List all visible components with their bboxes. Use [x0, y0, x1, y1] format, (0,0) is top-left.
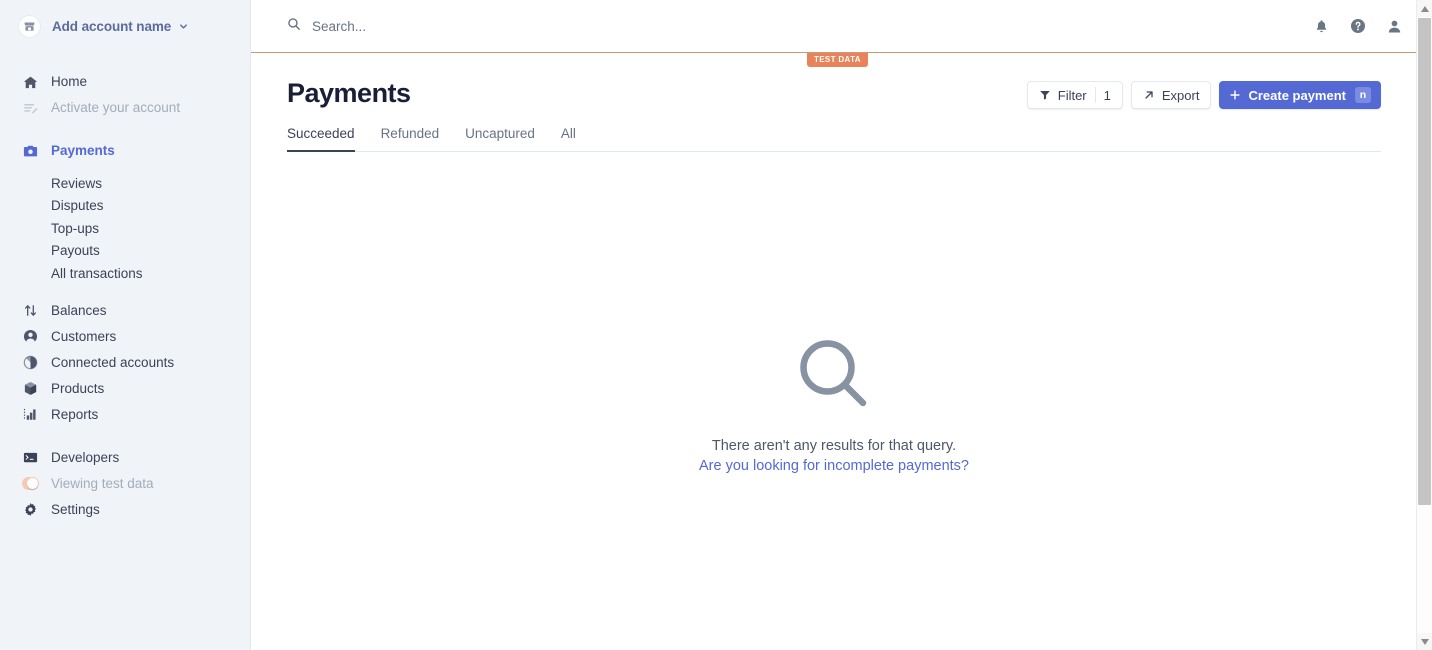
- sidebar-item-label: Customers: [51, 328, 117, 344]
- account-name-label: Add account name: [52, 18, 172, 34]
- sidebar-subitem-label: Disputes: [51, 198, 104, 214]
- user-account-icon[interactable]: [1387, 19, 1402, 34]
- sidebar-subitem-label: Reviews: [51, 175, 103, 191]
- sidebar-item-settings[interactable]: Settings: [0, 497, 250, 523]
- sidebar-item-home[interactable]: Home: [0, 69, 250, 95]
- tab-uncaptured[interactable]: Uncaptured: [465, 126, 535, 152]
- app-window: Add account name Home Activate your acco…: [0, 0, 1432, 650]
- sidebar-item-label: Activate your account: [51, 100, 181, 116]
- sidebar-subitem-label: Payouts: [51, 243, 100, 259]
- sidebar-item-top-ups[interactable]: Top-ups: [0, 217, 250, 240]
- tab-succeeded[interactable]: Succeeded: [287, 126, 355, 152]
- funnel-icon: [1039, 89, 1051, 101]
- create-payment-label: Create payment: [1248, 87, 1346, 103]
- balances-icon: [22, 302, 39, 319]
- vertical-scrollbar[interactable]: [1416, 0, 1432, 650]
- sidebar-subitem-label: All transactions: [51, 265, 143, 281]
- help-circle-icon[interactable]: [1350, 18, 1366, 34]
- account-switcher[interactable]: Add account name: [0, 0, 250, 52]
- chevron-down-icon[interactable]: [178, 21, 189, 32]
- plus-icon: [1229, 89, 1241, 101]
- page-actions: Filter 1 Export Create payment n: [1026, 81, 1381, 109]
- notifications-bell-icon[interactable]: [1314, 19, 1329, 34]
- top-bar: [251, 0, 1432, 52]
- toggle-icon[interactable]: [22, 475, 39, 492]
- page-title: Payments: [287, 78, 411, 108]
- page-content: Payments Filter 1 Export Create payment …: [251, 52, 1432, 474]
- tab-bar: Succeeded Refunded Uncaptured All: [287, 126, 1381, 152]
- settings-gear-icon: [22, 501, 39, 518]
- sidebar-item-balances[interactable]: Balances: [0, 298, 250, 324]
- activate-icon: [22, 100, 39, 117]
- sidebar: Add account name Home Activate your acco…: [0, 0, 251, 650]
- empty-state: There aren't any results for that query.…: [287, 337, 1381, 474]
- home-icon: [22, 74, 39, 91]
- sidebar-item-payouts[interactable]: Payouts: [0, 240, 250, 263]
- customers-icon: [22, 328, 39, 345]
- page-header: Payments Filter 1 Export Create payment …: [287, 78, 1381, 109]
- sidebar-item-reviews[interactable]: Reviews: [0, 172, 250, 195]
- sidebar-item-disputes[interactable]: Disputes: [0, 195, 250, 218]
- sidebar-item-payments[interactable]: Payments: [0, 138, 250, 164]
- sidebar-item-label: Connected accounts: [51, 354, 175, 370]
- filter-count-badge: 1: [1103, 87, 1111, 103]
- topbar-icon-group: [1314, 18, 1402, 34]
- scrollbar-up-arrow[interactable]: [1417, 0, 1432, 17]
- sidebar-item-label: Settings: [51, 501, 100, 517]
- search-input[interactable]: [312, 18, 732, 34]
- incomplete-payments-link[interactable]: Are you looking for incomplete payments?: [699, 458, 969, 474]
- sidebar-item-products[interactable]: Products: [0, 376, 250, 402]
- export-label: Export: [1161, 87, 1200, 103]
- main-area: TEST DATA Payments Filter 1: [251, 0, 1432, 650]
- reports-icon: [22, 406, 39, 423]
- scrollbar-thumb[interactable]: [1418, 18, 1431, 505]
- sidebar-subitem-label: Top-ups: [51, 220, 100, 236]
- products-icon: [22, 380, 39, 397]
- empty-state-title: There aren't any results for that query.: [711, 438, 957, 454]
- sidebar-item-label: Viewing test data: [51, 475, 154, 491]
- sidebar-item-connected-accounts[interactable]: Connected accounts: [0, 350, 250, 376]
- test-data-badge: TEST DATA: [807, 53, 868, 67]
- sidebar-item-all-transactions[interactable]: All transactions: [0, 262, 250, 285]
- create-payment-shortcut-badge: n: [1355, 87, 1371, 103]
- sidebar-item-label: Payments: [51, 143, 115, 159]
- payments-icon: [22, 143, 39, 160]
- sidebar-item-label: Reports: [51, 406, 99, 422]
- sidebar-item-label: Home: [51, 74, 88, 90]
- search-icon: [287, 17, 301, 36]
- tab-refunded[interactable]: Refunded: [381, 126, 440, 152]
- magnifier-icon: [797, 337, 871, 416]
- sidebar-item-label: Balances: [51, 302, 107, 318]
- store-icon: [18, 14, 41, 38]
- sidebar-item-activate-your-account[interactable]: Activate your account: [0, 95, 250, 121]
- create-payment-button[interactable]: Create payment n: [1219, 81, 1381, 109]
- filter-divider: [1094, 87, 1096, 103]
- filter-label: Filter: [1057, 87, 1087, 103]
- sidebar-item-developers[interactable]: Developers: [0, 445, 250, 471]
- sidebar-item-viewing-test-data[interactable]: Viewing test data: [0, 471, 250, 497]
- filter-button[interactable]: Filter 1: [1026, 81, 1123, 109]
- sidebar-item-label: Products: [51, 380, 105, 396]
- search-bar[interactable]: [287, 17, 1314, 36]
- sidebar-item-customers[interactable]: Customers: [0, 324, 250, 350]
- scrollbar-down-arrow[interactable]: [1417, 633, 1432, 650]
- tab-all[interactable]: All: [561, 126, 576, 152]
- developers-icon: [22, 449, 39, 466]
- sidebar-item-reports[interactable]: Reports: [0, 402, 250, 428]
- export-button[interactable]: Export: [1130, 81, 1212, 109]
- arrow-up-right-icon: [1143, 89, 1155, 101]
- sidebar-item-label: Developers: [51, 449, 120, 465]
- connected-accounts-icon: [22, 354, 39, 371]
